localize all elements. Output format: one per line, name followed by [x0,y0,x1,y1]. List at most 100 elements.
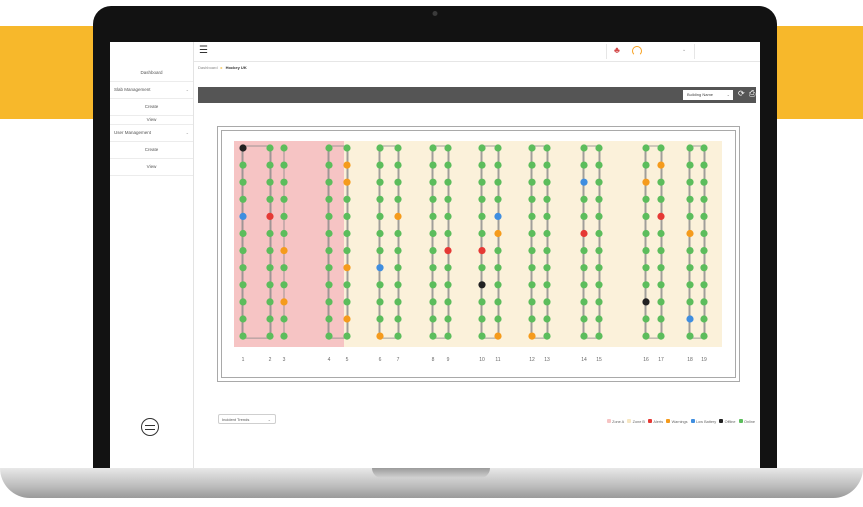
sensor-online [394,229,402,238]
sensor-online [700,281,708,289]
sensor-online [543,229,551,238]
chevron-down-icon[interactable]: ⌄ [682,47,686,53]
sensor-online [686,195,694,203]
sensor-online [325,332,333,340]
sensor-online [478,229,486,238]
sensor-online [642,212,650,220]
sensor-online [325,144,333,152]
sensor-online [280,144,288,152]
sensor-online [343,212,351,220]
sidebar-item-view[interactable]: View [110,116,193,125]
sensor-online [657,264,665,272]
sensor-online [657,229,665,238]
sensor-online [580,161,588,169]
sensor-online [700,264,708,272]
column-label: 2 [269,357,272,363]
sensor-online [657,332,665,340]
sidebar-item-dashboard[interactable]: Dashboard [110,65,193,82]
column-label: 13 [544,357,550,363]
sensor-online [686,298,694,306]
hamburger-icon[interactable]: ☰ [199,45,208,56]
sensor-online [494,247,502,255]
sensor-online [343,298,351,306]
incident-trends-select[interactable]: Incident Trends ⌄ [218,414,276,424]
sensor-online [239,298,247,306]
sidebar-item-user-management[interactable]: User Management ⌄ [110,125,193,142]
sensor-online [394,144,402,152]
sensor-online [686,332,694,340]
building-select[interactable]: Building Name ⌄ [683,90,733,100]
sensor-low_battery [376,264,384,272]
sidebar-item-slab-management[interactable]: Slab Management ⌄ [110,82,193,99]
sensor-online [325,315,333,323]
column-label: 18 [687,357,693,363]
legend-swatch [738,419,743,423]
sensor-online [325,212,333,220]
sensor-online [444,229,452,238]
brand-logo-icon [141,418,159,436]
sensor-online [595,264,603,272]
sensor-online [528,298,536,306]
sensor-online [543,264,551,272]
column-label: 19 [701,357,707,363]
sensor-online [700,332,708,340]
sensor-online [429,281,437,289]
sidebar-item-label: View [146,164,157,169]
legend-label: Online [744,419,755,424]
sensor-online [657,195,665,203]
camera-icon [432,11,438,16]
legend-label: Zone A [612,419,625,424]
sensor-online [239,315,247,323]
bell-icon[interactable]: ♣ [614,45,620,55]
legend-label: Zone B [632,419,645,424]
sensor-online [280,315,288,323]
sidebar-item-create[interactable]: Create [110,142,193,159]
sidebar-item-label: Create [144,104,159,109]
map-toolbar: Building Name ⌄ ⟳ ⎙ [198,87,756,103]
sensor-online [528,212,536,220]
sensor-online [343,281,351,289]
sensor-online [429,144,437,152]
breadcrumb-current: Hockey UK [225,65,247,70]
sensor-online [266,229,274,238]
sensor-online [266,315,274,323]
sidebar-item-create[interactable]: Create [110,99,193,116]
sidebar-item-view[interactable]: View [110,159,193,176]
sensor-online [429,212,437,220]
sensor-online [239,229,247,238]
sensor-online [595,247,603,255]
sensor-online [642,144,650,152]
sensor-online [700,229,708,238]
sensor-online [686,264,694,272]
sensor-online [700,247,708,255]
sensor-online [429,298,437,306]
sidebar-item-label: Dashboard [140,70,163,75]
sensor-online [266,247,274,255]
sensor-online [325,161,333,169]
sensor-online [528,178,536,186]
sensor-online [580,195,588,203]
column-label: 17 [658,357,664,363]
sensor-online [657,178,665,186]
sensor-online [494,144,502,152]
sensor-online [280,212,288,220]
legend-label: Warnings [671,419,688,424]
print-icon[interactable]: ⎙ [749,89,755,99]
user-icon[interactable] [632,46,642,56]
legend-item: Low Battery [690,419,716,424]
sensor-online [686,281,694,289]
sensor-online [580,212,588,220]
sensor-online [343,195,351,203]
sensor-online [686,144,694,152]
column-label: 4 [328,357,331,363]
sensor-online [528,315,536,323]
sensor-warning [642,178,650,186]
breadcrumb-root[interactable]: Dashboard [198,65,218,70]
sensor-alert [580,229,588,238]
refresh-icon[interactable]: ⟳ [738,89,745,98]
chevron-down-icon: ⌄ [267,417,271,422]
incident-trends-value: Incident Trends [222,417,250,422]
sensor-online [444,195,452,203]
column-label: 8 [432,357,435,363]
app-screen: Dashboard Slab Management ⌄ Create View U… [110,42,760,468]
